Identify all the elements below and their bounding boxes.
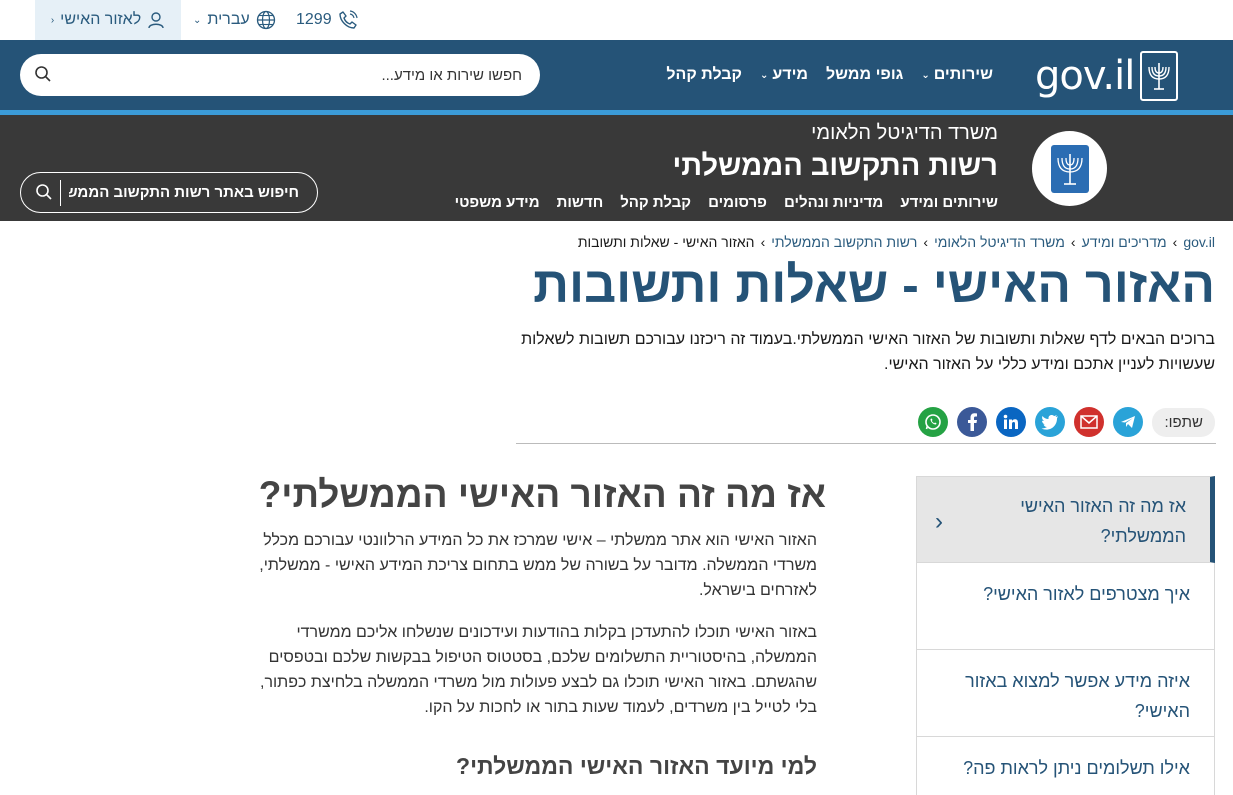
side-menu-item[interactable]: איך מצטרפים לאזור האישי? <box>916 563 1215 650</box>
site-search <box>20 172 318 213</box>
personal-area-button[interactable]: לאזור האישי ‹ <box>35 0 181 40</box>
main-search <box>20 54 540 96</box>
breadcrumb: gov.il › מדריכים ומידע › משרד הדיגיטל הל… <box>578 234 1215 250</box>
share-divider <box>516 443 1216 444</box>
site-search-input[interactable] <box>69 173 299 212</box>
breadcrumb-item[interactable]: מדריכים ומידע <box>1082 234 1167 250</box>
breadcrumb-item[interactable]: רשות התקשוב הממשלתי <box>771 234 917 250</box>
user-icon <box>148 12 164 29</box>
state-emblem-icon <box>1140 51 1179 101</box>
article-paragraph: באזור האישי תוכלו להתעדכן בקלות בהודעות … <box>260 624 817 716</box>
share-bar: שתפו: <box>918 407 1215 437</box>
nav-info-label: מידע <box>772 66 809 83</box>
ministry-nav: שירותים ומידע מדיניות ונהלים פרסומים קבל… <box>455 194 998 211</box>
side-menu-item[interactable]: אילו תשלומים ניתן לראות פה? <box>916 737 1215 795</box>
twitter-icon[interactable] <box>1035 407 1066 437</box>
top-utility-bar: לאזור האישי ‹ עברית ⌄ 1299 <box>0 0 1233 40</box>
search-divider <box>60 180 61 206</box>
phone-icon <box>338 10 358 29</box>
chevron-left-icon: › <box>1070 234 1076 250</box>
side-menu-label: אילו תשלומים ניתן לראות פה? <box>963 758 1190 778</box>
ministry-nav-item[interactable]: פרסומים <box>708 194 767 211</box>
side-menu-item[interactable]: איזה מידע אפשר למצוא באזור האישי? <box>916 650 1215 737</box>
main-search-input[interactable] <box>82 54 522 96</box>
nav-reception[interactable]: קבלת קהל <box>666 66 742 84</box>
nav-services[interactable]: שירותים ⌄ <box>921 66 993 84</box>
nav-services-label: שירותים <box>933 66 993 83</box>
whatsapp-icon[interactable] <box>918 407 949 437</box>
language-selector[interactable]: עברית ⌄ <box>193 0 276 40</box>
phone-number: 1299 <box>296 11 332 28</box>
facebook-icon[interactable] <box>957 407 988 437</box>
ministry-name[interactable]: רשות התקשוב הממשלתי <box>672 150 998 183</box>
globe-icon <box>256 10 275 30</box>
page-intro: ברוכים הבאים לדף שאלות ותשובות של האזור … <box>521 331 1215 373</box>
side-menu-item-active[interactable]: אז מה זה האזור האישי הממשלתי? ‹ <box>916 476 1215 563</box>
chevron-left-icon: › <box>923 234 929 250</box>
ministry-parent-name[interactable]: משרד הדיגיטל הלאומי <box>811 122 998 145</box>
nav-reception-label: קבלת קהל <box>666 66 742 83</box>
chevron-down-icon: ⌄ <box>921 69 930 81</box>
ministry-nav-item[interactable]: חדשות <box>557 194 604 211</box>
gov-il-wordmark: gov.il <box>1035 53 1135 99</box>
nav-gov-bodies-label: גופי ממשל <box>826 66 904 83</box>
breadcrumb-item[interactable]: משרד הדיגיטל הלאומי <box>934 234 1065 250</box>
side-menu-label: איזה מידע אפשר למצוא באזור האישי? <box>965 671 1190 721</box>
nav-gov-bodies[interactable]: גופי ממשל <box>826 66 903 84</box>
chevron-left-icon: ‹ <box>935 508 943 535</box>
chevron-down-icon: ⌄ <box>759 69 769 81</box>
phone-link[interactable]: 1299 <box>296 0 358 40</box>
language-label: עברית <box>207 11 250 28</box>
share-label: שתפו: <box>1152 407 1215 437</box>
article-paragraph: האזור האישי הוא אתר ממשלתי – אישי שמרכז … <box>259 532 817 599</box>
telegram-icon[interactable] <box>1113 407 1144 437</box>
nav-info[interactable]: מידע ⌄ <box>760 66 808 84</box>
gov-il-logo[interactable]: gov.il <box>1035 48 1179 104</box>
ministry-nav-item[interactable]: קבלת קהל <box>620 194 691 211</box>
chevron-left-icon: ‹ <box>50 14 55 26</box>
article-heading: אז מה זה האזור האישי הממשלתי? <box>258 474 826 515</box>
side-menu-label: אז מה זה האזור האישי הממשלתי? <box>1020 496 1186 546</box>
ministry-nav-item[interactable]: מדיניות ונהלים <box>784 194 883 211</box>
ministry-nav-item[interactable]: שירותים ומידע <box>900 194 998 211</box>
chevron-down-icon: ⌄ <box>193 14 202 26</box>
linkedin-icon[interactable] <box>996 407 1027 437</box>
ministry-logo[interactable] <box>1032 131 1107 206</box>
chevron-left-icon: › <box>760 234 766 250</box>
side-menu-label: איך מצטרפים לאזור האישי? <box>983 584 1190 604</box>
article-subheading: למי מיועד האזור האישי הממשלתי? <box>456 753 817 779</box>
menorah-emblem-icon <box>1050 144 1089 193</box>
page-title: האזור האישי - שאלות ותשובות <box>533 257 1215 313</box>
ministry-nav-item[interactable]: מידע משפטי <box>455 194 540 211</box>
gov-nav-menu: שירותים ⌄ גופי ממשל מידע ⌄ קבלת קהל <box>666 40 993 110</box>
breadcrumb-current: האזור האישי - שאלות ותשובות <box>577 234 755 250</box>
search-icon[interactable] <box>34 65 52 88</box>
faq-side-menu: אז מה זה האזור האישי הממשלתי? ‹ איך מצטר… <box>916 476 1215 795</box>
personal-area-label: לאזור האישי <box>60 11 142 28</box>
email-icon[interactable] <box>1074 407 1105 437</box>
search-icon[interactable] <box>35 183 53 206</box>
chevron-left-icon: › <box>1172 234 1178 250</box>
breadcrumb-item[interactable]: gov.il <box>1183 234 1215 250</box>
